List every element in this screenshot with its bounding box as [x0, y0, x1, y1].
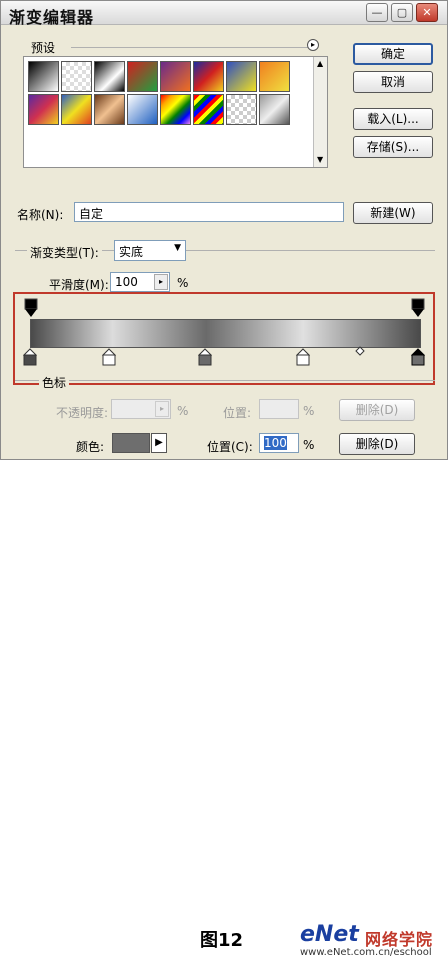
color-picker-arrow-icon[interactable]: ▶ — [151, 433, 167, 453]
preset-swatch[interactable] — [61, 61, 92, 92]
preset-swatch[interactable] — [193, 61, 224, 92]
minimize-icon[interactable]: — — [366, 3, 388, 22]
presets-divider — [71, 47, 311, 48]
gradient-bar[interactable] — [30, 319, 421, 348]
midpoint-diamond-icon[interactable] — [355, 346, 365, 356]
title-bar: 渐变编辑器 — ▢ ✕ — [1, 1, 447, 27]
watermark-url: www.eNet.com.cn/eschool — [300, 947, 432, 958]
location-unit: % — [303, 438, 315, 452]
color-stop-icon[interactable] — [23, 348, 37, 366]
smoothness-input[interactable]: 100 ▸ — [110, 272, 170, 292]
preset-swatch[interactable] — [259, 94, 290, 125]
smoothness-stepper-icon[interactable]: ▸ — [154, 274, 168, 290]
preset-swatch[interactable] — [226, 94, 257, 125]
preset-swatch[interactable] — [160, 61, 191, 92]
new-button[interactable]: 新建(W) — [353, 202, 433, 224]
gradient-type-select[interactable]: 实底 ▼ — [114, 240, 186, 261]
color-stops-group-line — [15, 380, 435, 381]
opacity-unit: % — [177, 404, 189, 418]
opacity-stop-right-icon[interactable] — [411, 298, 425, 318]
presets-menu-icon[interactable]: ▸ — [307, 39, 319, 51]
presets-panel: ▲ ▼ — [23, 56, 328, 168]
color-stops-label: 色标 — [39, 374, 70, 391]
name-label: 名称(N): — [17, 208, 64, 222]
color-stop-icon[interactable] — [198, 348, 212, 366]
preset-swatch[interactable] — [61, 94, 92, 125]
presets-scrollbar[interactable]: ▲ ▼ — [313, 57, 327, 167]
preset-swatch[interactable] — [28, 94, 59, 125]
color-swatch[interactable] — [112, 433, 150, 453]
ok-button[interactable]: 确定 — [353, 43, 433, 65]
figure-caption: 图12 — [200, 930, 244, 951]
color-stop-selected-icon[interactable] — [411, 348, 425, 366]
opacity-location-unit: % — [303, 404, 315, 418]
scroll-down-icon[interactable]: ▼ — [317, 155, 323, 164]
delete-button[interactable]: 删除(D) — [339, 433, 415, 455]
preset-swatch[interactable] — [127, 94, 158, 125]
footer: 图12 eNet 网络学院 www.eNet.com.cn/eschool — [0, 460, 448, 958]
preset-swatch[interactable] — [94, 61, 125, 92]
preset-swatch[interactable] — [127, 61, 158, 92]
gradient-type-value: 实底 — [119, 245, 144, 259]
window-title: 渐变编辑器 — [9, 8, 95, 27]
location-label: 位置(C): — [207, 440, 253, 454]
opacity-location-input — [259, 399, 299, 419]
close-icon[interactable]: ✕ — [416, 3, 438, 22]
scroll-up-icon[interactable]: ▲ — [317, 59, 323, 68]
opacity-label: 不透明度: — [56, 406, 109, 420]
chevron-down-icon: ▼ — [174, 243, 181, 253]
watermark-brand: eNet — [300, 922, 359, 947]
preset-swatch[interactable] — [94, 94, 125, 125]
load-button[interactable]: 载入(L)... — [353, 108, 433, 130]
save-button[interactable]: 存储(S)... — [353, 136, 433, 158]
smoothness-value: 100 — [115, 275, 138, 289]
preset-swatch[interactable] — [28, 61, 59, 92]
opacity-delete-button: 删除(D) — [339, 399, 415, 421]
name-input[interactable]: 自定 — [74, 202, 344, 222]
cancel-button[interactable]: 取消 — [353, 71, 433, 93]
opacity-location-label: 位置: — [223, 406, 252, 420]
smoothness-label: 平滑度(M): — [49, 278, 109, 292]
gradient-type-label: 渐变类型(T): — [27, 244, 102, 261]
smoothness-unit: % — [177, 276, 189, 290]
preset-swatch[interactable] — [259, 61, 290, 92]
gradient-editor-window: 渐变编辑器 — ▢ ✕ 预设 ▸ ▲ ▼ 确定 取消 载入(L)... 存储(S… — [0, 0, 448, 460]
preset-swatch[interactable] — [193, 94, 224, 125]
preset-swatch[interactable] — [160, 94, 191, 125]
color-stop-icon[interactable] — [102, 348, 116, 366]
location-value: 100 — [264, 436, 287, 450]
presets-label: 预设 — [31, 41, 56, 55]
opacity-stepper-icon: ▸ — [155, 401, 169, 417]
color-label: 颜色: — [76, 440, 105, 454]
maximize-icon[interactable]: ▢ — [391, 3, 413, 22]
opacity-input: ▸ — [111, 399, 171, 419]
preset-swatch[interactable] — [226, 61, 257, 92]
location-input[interactable]: 100 — [259, 433, 299, 453]
color-stop-icon[interactable] — [296, 348, 310, 366]
opacity-stop-left-icon[interactable] — [24, 298, 38, 318]
